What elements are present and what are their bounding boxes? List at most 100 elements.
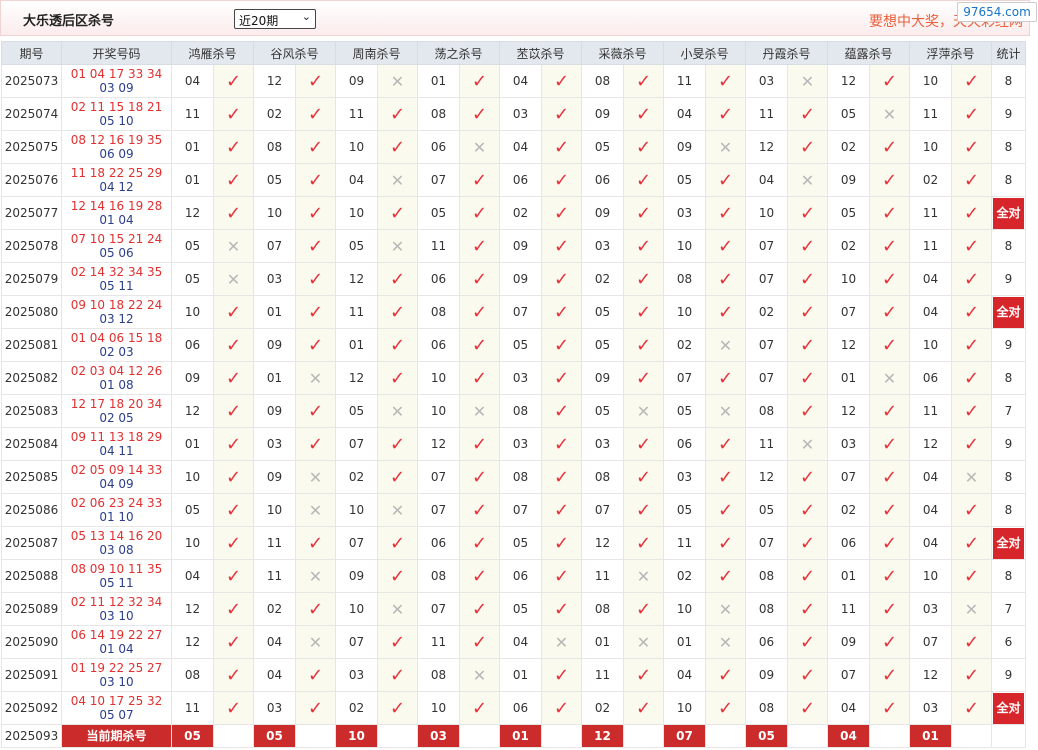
check-icon: ✓: [307, 235, 324, 257]
draw-numbers-cell: 04 10 17 25 32 05 07: [61, 691, 172, 725]
result-cell: ✓: [705, 295, 746, 329]
check-icon: ✓: [553, 367, 570, 389]
kill-number: 05: [663, 493, 706, 527]
kill-number: 03: [909, 592, 952, 626]
stat-count: 9: [1004, 437, 1013, 451]
cross-icon: ✕: [718, 632, 733, 652]
result-cell: ✓: [295, 130, 336, 164]
result-cell: ✓: [951, 229, 992, 263]
kill-number: 03: [581, 427, 624, 461]
check-icon: ✓: [389, 565, 406, 587]
back-numbers: 01 10: [99, 510, 134, 524]
kill-number: 02: [663, 559, 706, 593]
draw-numbers-cell: 02 05 09 14 33 04 09: [61, 460, 172, 494]
period-range-value: 近20期: [239, 14, 279, 28]
kill-number: 07: [335, 526, 378, 560]
cross-icon: ✕: [718, 599, 733, 619]
check-icon: ✓: [881, 301, 898, 323]
result-cell: ✓: [541, 427, 582, 461]
kill-number: 09: [499, 229, 542, 263]
result-cell: ✓: [295, 394, 336, 428]
check-icon: ✓: [799, 565, 816, 587]
back-numbers: 01 04: [99, 642, 134, 656]
check-icon: ✓: [799, 301, 816, 323]
result-cell: ✓: [295, 163, 336, 197]
back-numbers: 04 12: [99, 180, 134, 194]
kill-number: 05: [827, 97, 870, 131]
kill-number: 04: [499, 625, 542, 659]
cross-icon: ✕: [308, 467, 323, 487]
kill-number: 04: [253, 658, 296, 692]
stat-cell: 8: [991, 64, 1026, 98]
column-header: 丹霞杀号: [745, 41, 828, 65]
kill-number: 07: [417, 460, 460, 494]
kill-number: 05: [499, 526, 542, 560]
kill-number: 10: [909, 559, 952, 593]
kill-number: 08: [581, 592, 624, 626]
cross-icon: ✕: [800, 170, 815, 190]
result-cell: ✕: [459, 130, 500, 164]
current-kill-number-cell: 04: [827, 724, 870, 748]
stat-count: 8: [1004, 239, 1013, 253]
result-cell: ✕: [377, 64, 418, 98]
kill-number: 11: [335, 97, 378, 131]
column-header: 荡之杀号: [417, 41, 500, 65]
result-cell: ✓: [623, 460, 664, 494]
kill-number: 06: [417, 526, 460, 560]
kill-number: 05: [417, 196, 460, 230]
check-icon: ✓: [799, 136, 816, 158]
empty-cell: [705, 724, 746, 748]
current-kill-number: 03: [418, 725, 459, 747]
column-header: 谷风杀号: [253, 41, 336, 65]
result-cell: ✓: [459, 328, 500, 362]
kill-number: 05: [335, 229, 378, 263]
kill-number: 04: [909, 295, 952, 329]
draw-numbers-cell: 09 10 18 22 24 03 12: [61, 295, 172, 329]
period-cell: 2025082: [1, 361, 62, 395]
kill-number: 12: [581, 526, 624, 560]
cross-icon: ✕: [308, 500, 323, 520]
stat-cell: 8: [991, 559, 1026, 593]
stat-cell: 全对: [991, 196, 1026, 230]
check-icon: ✓: [717, 367, 734, 389]
kill-number: 12: [171, 625, 214, 659]
result-cell: ✕: [705, 592, 746, 626]
check-icon: ✓: [553, 169, 570, 191]
result-cell: ✕: [787, 64, 828, 98]
kill-number-table: 期号 开奖号码 鸿雁杀号 谷风杀号 周南杀号 荡之杀号 苤苡杀号 采薇杀号 小旻杀号 丹霞杀号 蕴露…: [1, 41, 1026, 748]
check-icon: ✓: [963, 301, 980, 323]
front-numbers: 02 14 32 34 35: [70, 265, 163, 279]
check-icon: ✓: [225, 103, 242, 125]
kill-number: 10: [745, 196, 788, 230]
result-cell: ✓: [213, 691, 254, 725]
result-cell: ✓: [541, 493, 582, 527]
result-cell: ✓: [787, 559, 828, 593]
kill-number: 08: [745, 394, 788, 428]
kill-number: 09: [499, 262, 542, 296]
result-cell: ✕: [623, 625, 664, 659]
kill-number: 04: [335, 163, 378, 197]
period-range-select[interactable]: 近20期 ⌄: [234, 9, 316, 29]
kill-number: 10: [171, 526, 214, 560]
kill-number: 05: [499, 592, 542, 626]
kill-number: 05: [827, 196, 870, 230]
draw-numbers-cell: 12 17 18 20 34 02 05: [61, 394, 172, 428]
front-numbers: 12 17 18 20 34: [70, 397, 163, 411]
table-row: 2025078 07 10 15 21 24 05 06 05 ✕ 07 ✓ 05 ✕ 11 ✓ 09…: [1, 229, 1026, 263]
result-cell: ✓: [705, 658, 746, 692]
kill-number: 12: [335, 262, 378, 296]
back-numbers: 03 09: [99, 81, 134, 95]
kill-number: 02: [253, 592, 296, 626]
check-icon: ✓: [717, 70, 734, 92]
empty-cell: [991, 724, 1026, 748]
result-cell: ✓: [705, 559, 746, 593]
result-cell: ✓: [869, 64, 910, 98]
kill-number: 10: [417, 361, 460, 395]
kill-number: 08: [581, 64, 624, 98]
result-cell: ✓: [623, 691, 664, 725]
result-cell: ✓: [459, 592, 500, 626]
check-icon: ✓: [553, 466, 570, 488]
result-cell: ✓: [787, 97, 828, 131]
check-icon: ✓: [471, 334, 488, 356]
check-icon: ✓: [799, 466, 816, 488]
